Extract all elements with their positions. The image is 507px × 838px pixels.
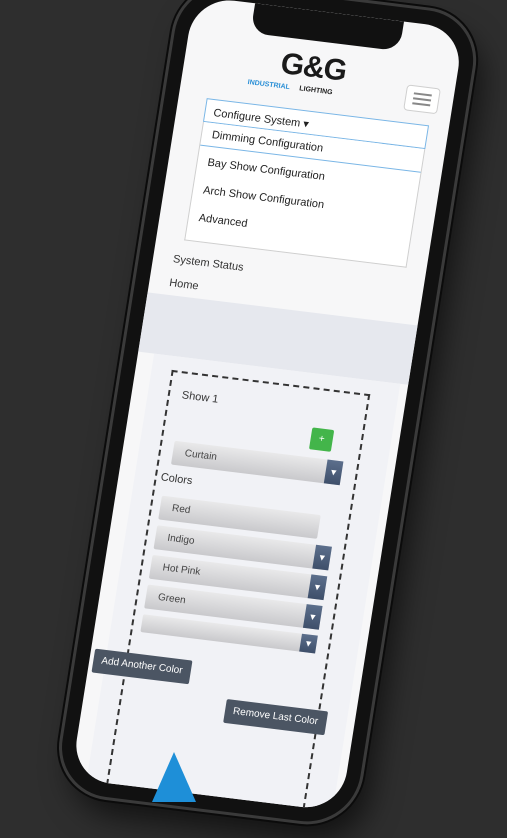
- phone-frame: G&G INDUSTRIAL LIGHTING Configure System…: [54, 0, 481, 828]
- chevron-down-icon[interactable]: ▼: [299, 633, 318, 654]
- color-select-value: Red: [171, 503, 192, 517]
- phone-scene: G&G INDUSTRIAL LIGHTING Configure System…: [0, 0, 507, 828]
- color-select-value: Indigo: [166, 532, 196, 547]
- nav-home[interactable]: Home: [168, 277, 199, 292]
- phone-screen: G&G INDUSTRIAL LIGHTING Configure System…: [70, 0, 465, 812]
- color-select-value: Hot Pink: [161, 562, 202, 578]
- hamburger-menu-icon[interactable]: [403, 84, 441, 115]
- show-editor-card: Show 1 + Curtain ▼ Colors Red Indigo ▼ H…: [85, 353, 401, 812]
- logo-mark: G&G: [278, 47, 349, 88]
- nav-system-status[interactable]: System Status: [172, 253, 244, 274]
- effect-select-value: Curtain: [183, 448, 218, 463]
- pointer-arrow-icon: [152, 752, 196, 802]
- color-select-value: Green: [157, 591, 187, 607]
- add-show-button[interactable]: +: [308, 427, 335, 452]
- logo-lighting-text: LIGHTING: [298, 85, 334, 97]
- configure-system-menu: Dimming Configuration Bay Show Configura…: [184, 121, 426, 268]
